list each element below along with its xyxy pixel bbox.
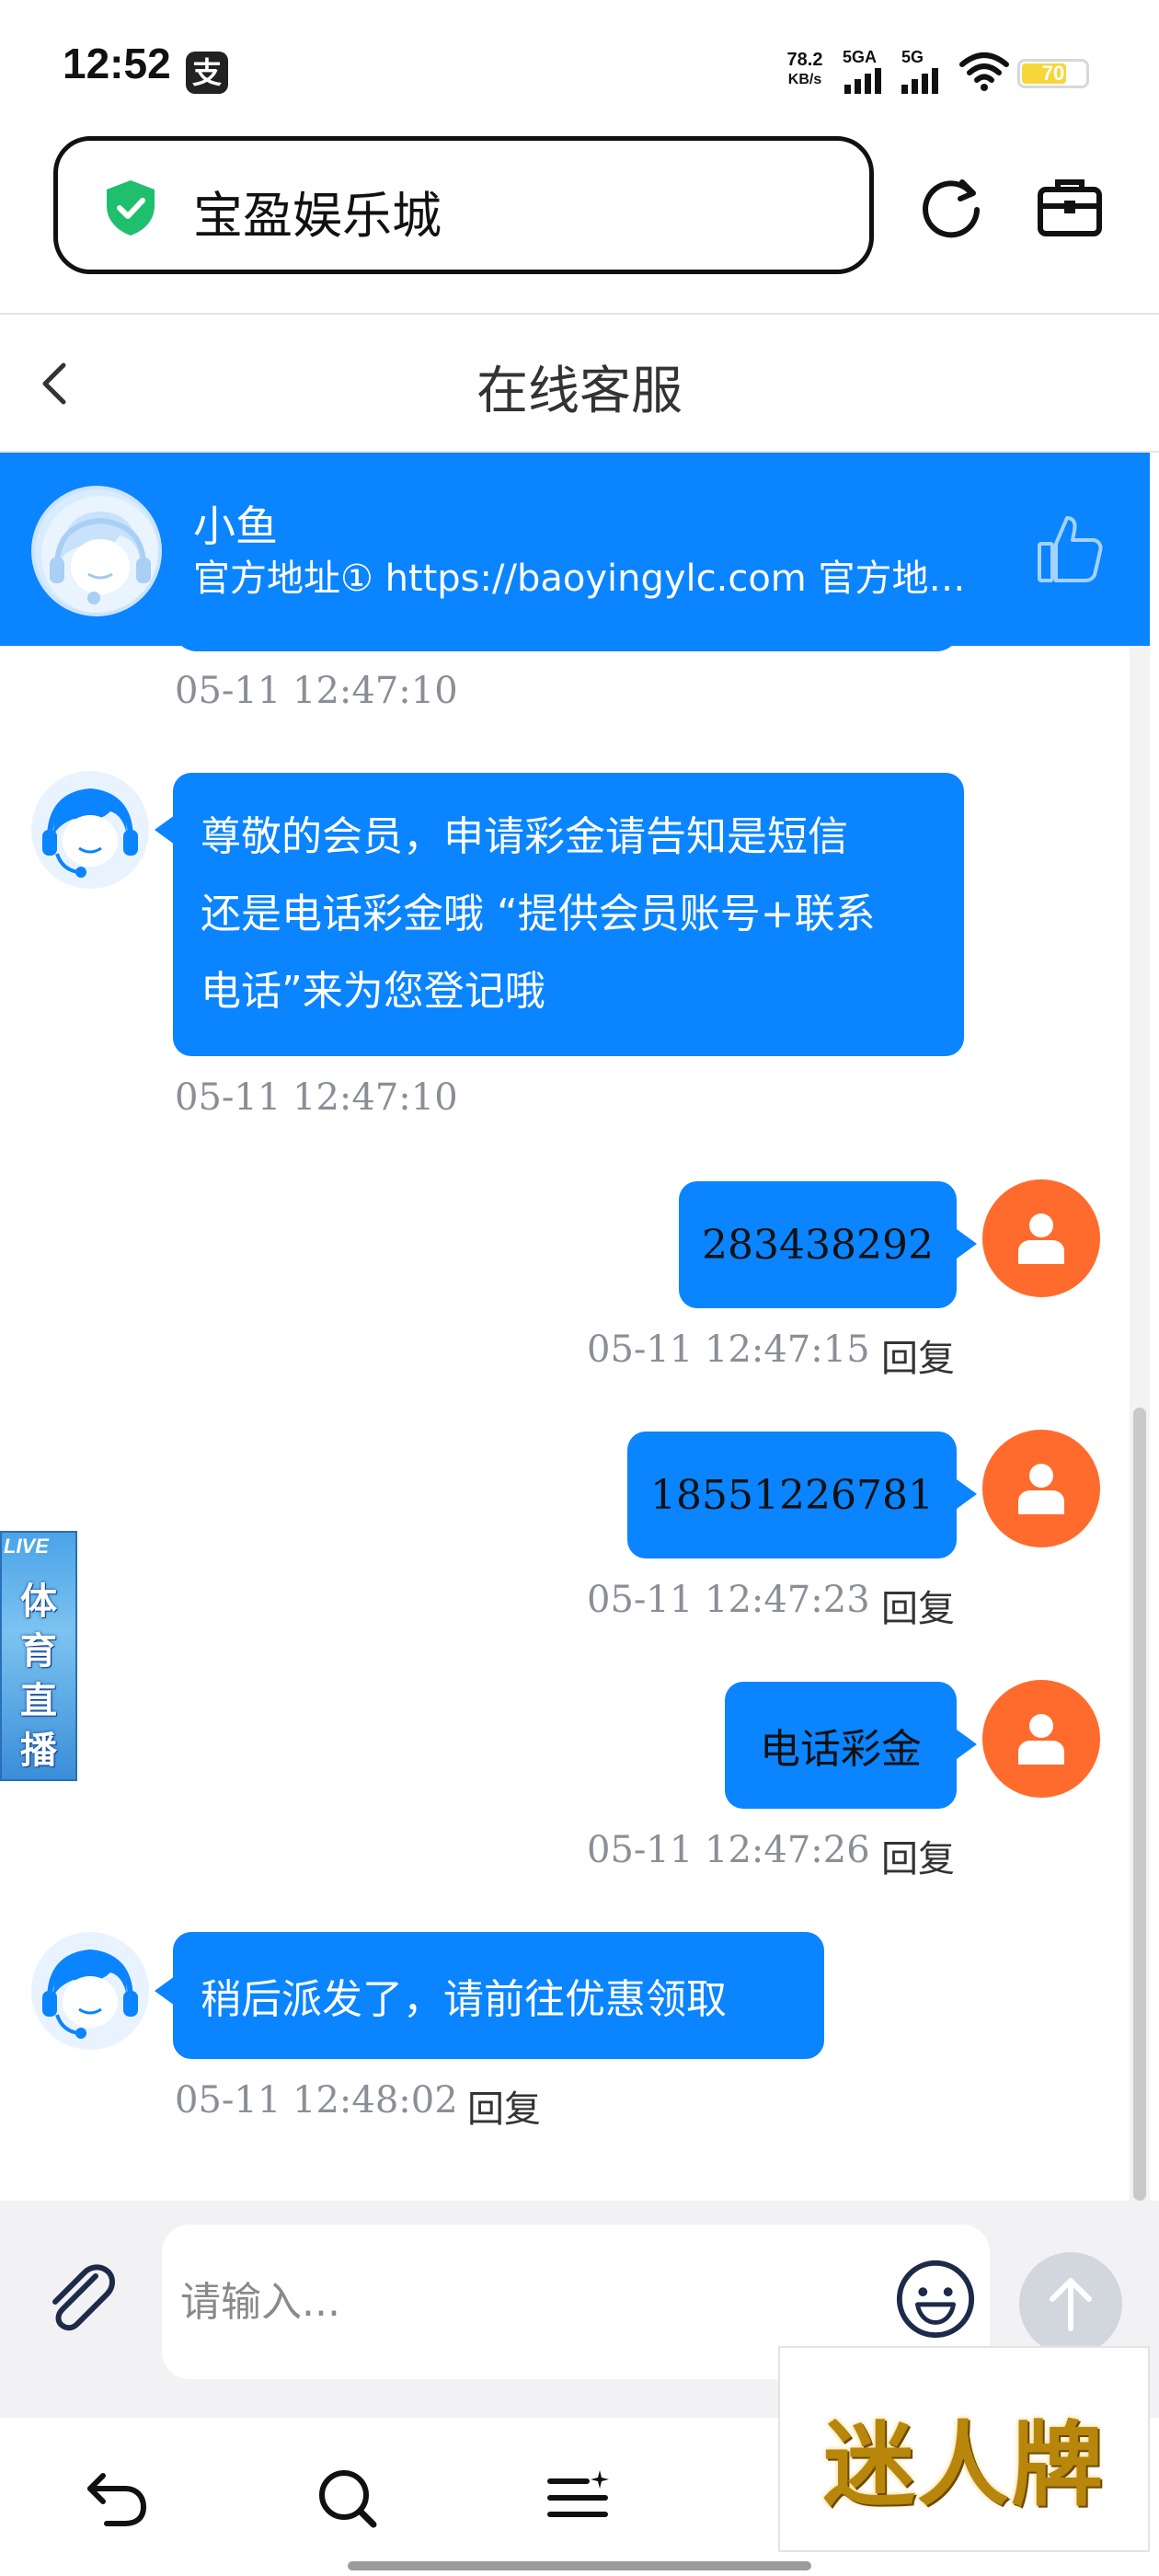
- message-line: 尊敬的会员，申请彩金请告知是短信: [201, 813, 848, 860]
- wifi-icon: [959, 52, 1009, 91]
- live-char: 播: [20, 1730, 57, 1772]
- promo-text: 迷人牌: [823, 2410, 1105, 2519]
- address-text[interactable]: 宝盈娱乐城: [193, 175, 442, 247]
- live-char: 育: [20, 1630, 57, 1673]
- paperclip-icon: [52, 2264, 115, 2331]
- message-time: 05-11 12:47:26: [587, 1829, 870, 1871]
- reply-link[interactable]: 回复: [881, 1328, 955, 1382]
- signal-icon: [901, 68, 938, 94]
- reload-icon: [923, 179, 980, 238]
- message-bubble: 稍后派发了，请前往优惠领取: [173, 1932, 824, 2059]
- page-title: 在线客服: [476, 362, 683, 421]
- nav-search-button[interactable]: [305, 2456, 388, 2539]
- scrollbar[interactable]: [1133, 1408, 1146, 2201]
- live-char: 直: [20, 1680, 57, 1722]
- thumbs-up-icon: [1038, 516, 1103, 582]
- toolbox-button[interactable]: [1028, 166, 1111, 248]
- network-speed-value: 78.2: [786, 50, 823, 70]
- message-time: 05-11 12:47:15: [587, 1328, 870, 1371]
- reply-link[interactable]: 回复: [881, 1579, 955, 1632]
- message-time: 05-11 12:47:23: [587, 1579, 870, 1621]
- user-avatar: [982, 1179, 1100, 1297]
- message-input-placeholder: 请输入...: [180, 2279, 340, 2326]
- bubble-tail: [155, 1976, 175, 2006]
- message-bubble: 18551226781: [627, 1432, 957, 1558]
- agent-name: 小鱼: [193, 501, 278, 551]
- agent-avatar: [31, 486, 162, 616]
- message-line: 电话”来为您登记哦: [201, 968, 545, 1015]
- send-button[interactable]: [1019, 2252, 1122, 2355]
- sim1-label: 5GA: [843, 48, 878, 66]
- status-time: 12:52: [63, 40, 171, 87]
- app-notification-icon: 支: [186, 52, 228, 94]
- divider: [0, 313, 1159, 315]
- menu-sparkle-icon: [547, 2470, 609, 2517]
- attach-button[interactable]: [39, 2256, 121, 2339]
- sim2-label: 5G: [901, 48, 924, 66]
- promo-banner[interactable]: 迷人牌: [778, 2346, 1150, 2552]
- bubble-tail: [957, 1730, 977, 1759]
- smile-icon: [896, 2260, 975, 2339]
- message-line: 还是电话彩金哦 “提供会员账号+联系: [201, 891, 876, 937]
- reply-link[interactable]: 回复: [467, 2079, 541, 2133]
- undo-icon: [87, 2473, 147, 2526]
- network-speed-unit: KB/s: [787, 72, 822, 87]
- agent-avatar: [31, 1932, 149, 2050]
- message-time: 05-11 12:48:02: [175, 2079, 458, 2122]
- battery-level: 70: [1041, 62, 1065, 85]
- message-bubble: 电话彩金: [725, 1682, 957, 1809]
- live-badge-text: 体 育 直 播: [2, 1577, 75, 1776]
- user-avatar: [982, 1430, 1100, 1547]
- user-icon: [1018, 1714, 1064, 1765]
- arrow-up-icon: [1050, 2278, 1092, 2331]
- user-icon: [1018, 1464, 1064, 1514]
- shield-check-icon: [107, 180, 155, 236]
- live-char: 体: [20, 1581, 57, 1623]
- nav-menu-button[interactable]: [537, 2456, 620, 2539]
- signal-icon: [844, 68, 881, 94]
- search-icon: [319, 2470, 377, 2528]
- user-icon: [1018, 1213, 1064, 1264]
- address-bar[interactable]: [53, 136, 874, 274]
- message-bubble: 尊敬的会员，申请彩金请告知是短信 还是电话彩金哦 “提供会员账号+联系 电话”来…: [173, 773, 964, 1056]
- emoji-button[interactable]: [894, 2258, 977, 2340]
- message-time: 05-11 12:47:10: [175, 1076, 458, 1119]
- reload-button[interactable]: [911, 166, 993, 248]
- network-speed: 78.2 KB/s: [775, 50, 835, 90]
- user-avatar: [982, 1680, 1100, 1798]
- bubble-tail: [957, 1479, 977, 1509]
- like-button[interactable]: [1028, 508, 1111, 591]
- live-word: LIVE: [4, 1535, 49, 1558]
- agent-avatar: [31, 771, 149, 889]
- toolbox-icon: [1038, 179, 1102, 236]
- nav-back-button[interactable]: [75, 2456, 158, 2539]
- message-bubble: 283438292: [679, 1181, 957, 1308]
- gesture-bar[interactable]: [348, 2561, 811, 2570]
- reply-link[interactable]: 回复: [881, 1829, 955, 1882]
- agent-notice: 官方地址① https://baoyingylc.com 官方地址② https…: [193, 558, 984, 600]
- battery-icon: 70: [1017, 59, 1089, 88]
- bubble-tail: [155, 815, 175, 845]
- live-sports-badge[interactable]: LIVE 体 育 直 播: [0, 1531, 77, 1781]
- bubble-tail: [957, 1229, 977, 1259]
- message-time: 05-11 12:47:10: [175, 670, 458, 712]
